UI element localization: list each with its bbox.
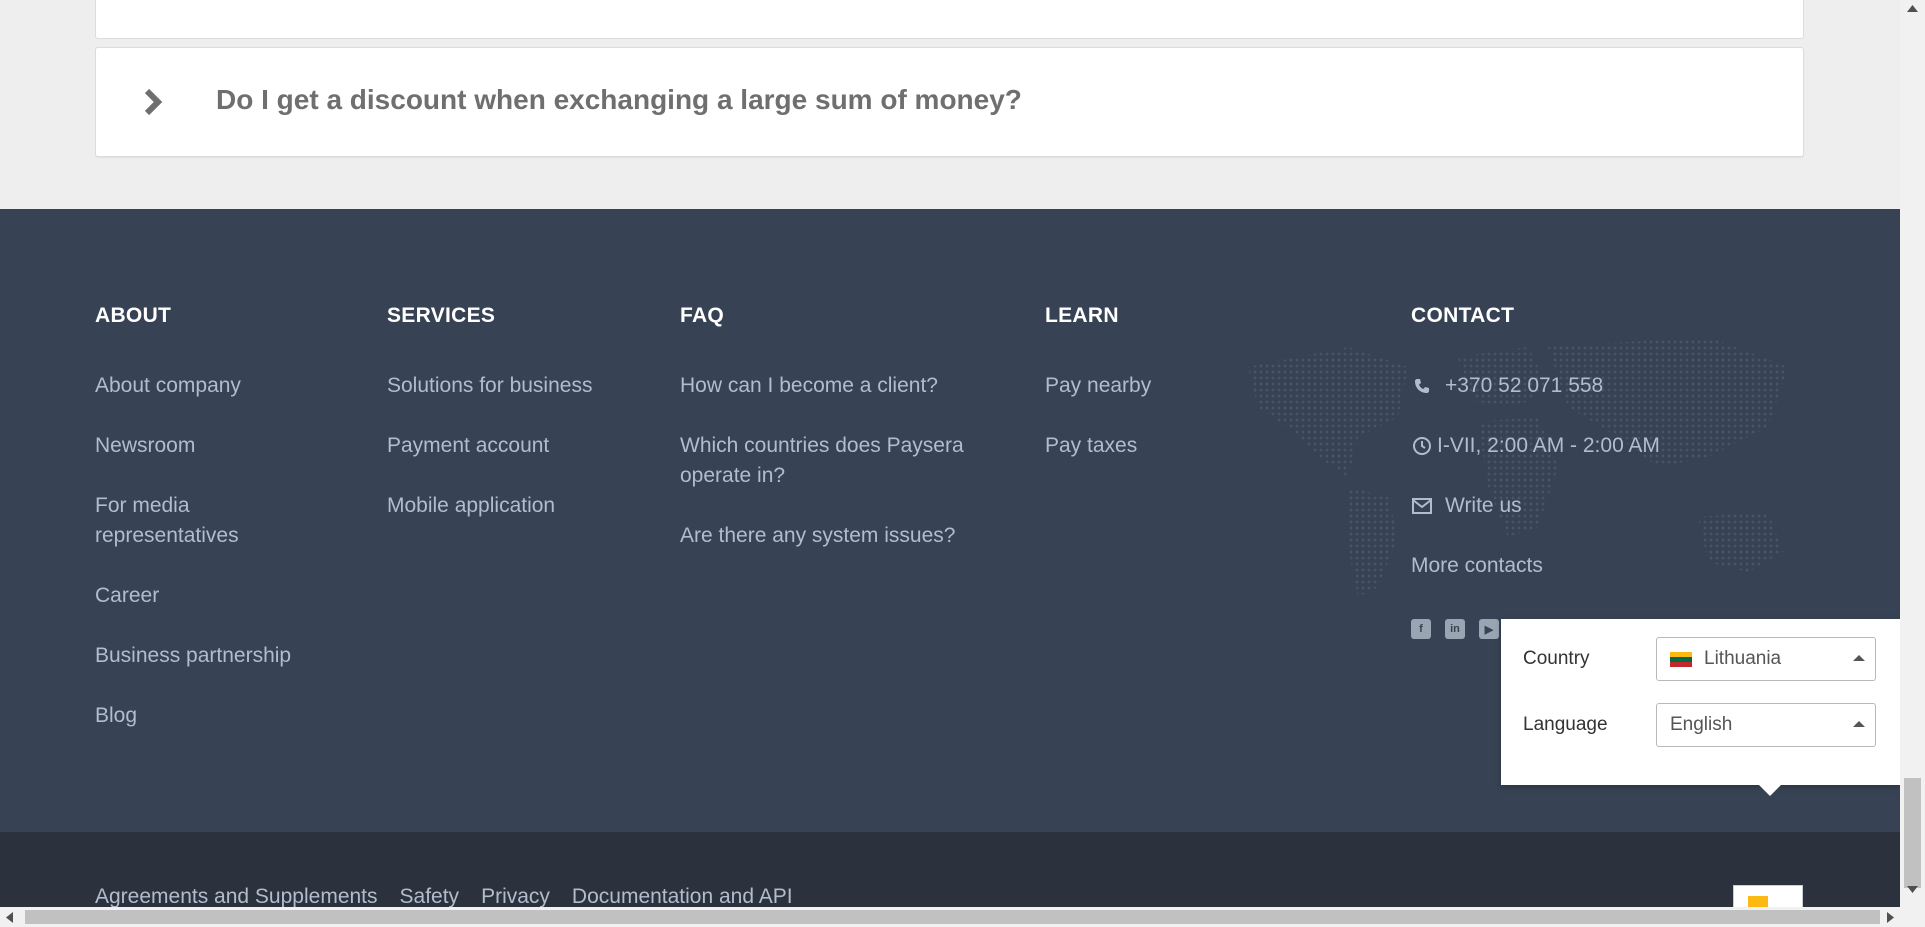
popup-pointer	[1758, 784, 1782, 796]
horizontal-scrollbar[interactable]	[0, 907, 1925, 927]
caret-up-icon	[1853, 721, 1865, 727]
link-privacy[interactable]: Privacy	[481, 885, 550, 907]
scroll-left-arrow-icon[interactable]	[6, 912, 13, 923]
footer-column-learn: LEARN Pay nearby Pay taxes	[1045, 304, 1245, 461]
footer-heading-contact: CONTACT	[1411, 304, 1515, 327]
clock-icon	[1411, 435, 1433, 457]
footer-link-solutions-business[interactable]: Solutions for business	[387, 374, 592, 397]
footer-column-faq: FAQ How can I become a client? Which cou…	[680, 304, 1000, 551]
chevron-right-icon	[144, 88, 163, 116]
horizontal-scroll-thumb[interactable]	[25, 910, 1880, 924]
footer-link-system-issues[interactable]: Are there any system issues?	[680, 524, 955, 547]
language-select[interactable]: English	[1656, 703, 1876, 747]
locale-toggle-button[interactable]	[1733, 885, 1803, 907]
footer-link-pay-taxes[interactable]: Pay taxes	[1045, 434, 1137, 457]
youtube-icon[interactable]: ▶	[1479, 619, 1499, 639]
footer-heading-services: SERVICES	[387, 304, 496, 327]
country-select-value: Lithuania	[1704, 648, 1782, 669]
contact-write-us[interactable]: Write us	[1445, 491, 1522, 521]
contact-hours: I-VII, 2:00 AM - 2:00 AM	[1437, 434, 1660, 457]
country-label: Country	[1523, 648, 1590, 669]
footer-link-business-partnership[interactable]: Business partnership	[95, 644, 291, 667]
footer-link-mobile-app[interactable]: Mobile application	[387, 494, 555, 517]
footer-heading-about: ABOUT	[95, 304, 172, 327]
scroll-down-arrow-icon[interactable]	[1907, 886, 1918, 893]
link-documentation-api[interactable]: Documentation and API	[572, 885, 793, 907]
language-label: Language	[1523, 714, 1608, 735]
footer-bottom-bar: Agreements and Supplements Safety Privac…	[0, 832, 1900, 907]
footer-link-newsroom[interactable]: Newsroom	[95, 434, 195, 457]
vertical-scroll-thumb[interactable]	[1904, 778, 1921, 888]
footer-link-blog[interactable]: Blog	[95, 704, 137, 727]
faq-question[interactable]: Do I get a discount when exchanging a la…	[216, 84, 1022, 116]
footer-link-pay-nearby[interactable]: Pay nearby	[1045, 374, 1151, 397]
footer-link-media[interactable]: For media representatives	[95, 494, 239, 547]
footer-heading-learn: LEARN	[1045, 304, 1119, 327]
caret-up-icon	[1853, 655, 1865, 661]
lithuania-flag-icon	[1670, 651, 1692, 667]
footer-link-about-company[interactable]: About company	[95, 374, 241, 397]
footer-column-services: SERVICES Solutions for business Payment …	[387, 304, 647, 521]
flag-icon	[1748, 896, 1768, 907]
scroll-right-arrow-icon[interactable]	[1887, 912, 1894, 923]
linkedin-icon[interactable]: in	[1445, 619, 1465, 639]
phone-icon	[1411, 375, 1433, 397]
footer-column-about: ABOUT About company Newsroom For media r…	[95, 304, 335, 731]
faq-item[interactable]: Do I get a discount when exchanging a la…	[95, 47, 1804, 157]
footer-link-payment-account[interactable]: Payment account	[387, 434, 549, 457]
facebook-icon[interactable]: f	[1411, 619, 1431, 639]
link-safety[interactable]: Safety	[400, 885, 460, 907]
faq-item-previous[interactable]	[95, 0, 1804, 39]
social-links: f in ▶	[1411, 619, 1499, 639]
language-select-value: English	[1670, 714, 1733, 735]
vertical-scrollbar[interactable]	[1900, 0, 1925, 907]
footer-column-contact: CONTACT +370 52 071 558 I-VII, 2:00 AM -…	[1411, 304, 1731, 581]
scroll-up-arrow-icon[interactable]	[1907, 5, 1918, 12]
envelope-icon	[1411, 495, 1433, 517]
footer-link-become-client[interactable]: How can I become a client?	[680, 374, 938, 397]
footer-link-career[interactable]: Career	[95, 584, 159, 607]
footer-heading-faq: FAQ	[680, 304, 725, 327]
footer-link-countries[interactable]: Which countries does Paysera operate in?	[680, 434, 964, 487]
country-select[interactable]: Lithuania	[1656, 637, 1876, 681]
contact-more-contacts[interactable]: More contacts	[1411, 554, 1543, 577]
contact-phone[interactable]: +370 52 071 558	[1445, 371, 1603, 401]
link-agreements[interactable]: Agreements and Supplements	[95, 885, 378, 907]
locale-popup: Country Lithuania Language English	[1501, 619, 1901, 785]
